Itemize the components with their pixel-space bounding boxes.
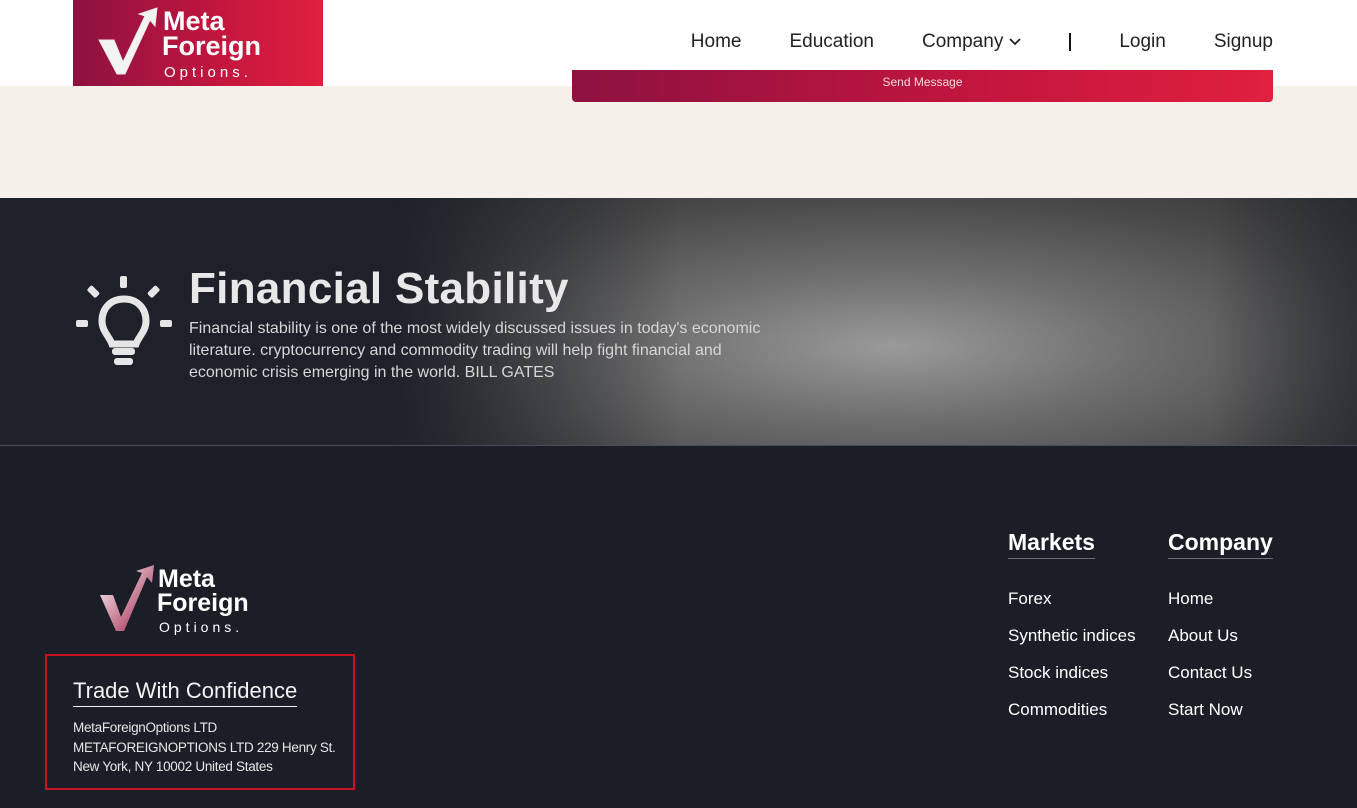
nav-home[interactable]: Home: [691, 31, 742, 53]
footer-link-home[interactable]: Home: [1168, 589, 1273, 626]
markets-heading: Markets: [1008, 529, 1095, 559]
footer-link-about-us[interactable]: About Us: [1168, 626, 1273, 663]
company-heading: Company: [1168, 529, 1273, 559]
header-logo[interactable]: Meta Foreign Options.: [73, 0, 323, 86]
banner-divider: [0, 445, 1357, 446]
chevron-down-icon: [1009, 38, 1021, 46]
footer-link-commodities[interactable]: Commodities: [1008, 700, 1136, 737]
banner-text: Financial stability is one of the most w…: [189, 320, 761, 381]
address-line: New York, NY 10002 United States: [73, 759, 273, 774]
footer-markets-column: Markets Forex Synthetic indices Stock in…: [1008, 529, 1136, 737]
nav-divider: [1069, 33, 1072, 51]
footer-company-column: Company Home About Us Contact Us Start N…: [1168, 529, 1273, 737]
financial-stability-banner: Financial Stability Financial stability …: [0, 198, 1357, 446]
footer-link-forex[interactable]: Forex: [1008, 589, 1136, 626]
nav-signup[interactable]: Signup: [1214, 31, 1273, 53]
company-info-box: Trade With Confidence MetaForeignOptions…: [45, 654, 355, 790]
contact-section: [0, 86, 1357, 198]
nav-login[interactable]: Login: [1119, 31, 1166, 53]
nav-company-label: Company: [922, 31, 1004, 52]
nav-company[interactable]: Company: [922, 31, 1021, 53]
markets-links: Forex Synthetic indices Stock indices Co…: [1008, 589, 1136, 737]
logo-mark: Meta Foreign Options.: [98, 6, 261, 81]
logo-text-options: Options.: [164, 64, 252, 81]
address-line: METAFOREIGNOPTIONS LTD 229 Henry St.: [73, 739, 336, 755]
lightbulb-icon: [76, 276, 172, 365]
company-links: Home About Us Contact Us Start Now: [1168, 589, 1273, 737]
footer-logo[interactable]: Meta Foreign Options.: [98, 565, 288, 645]
footer-logo-text-foreign: Foreign: [157, 589, 249, 617]
footer-link-synthetic-indices[interactable]: Synthetic indices: [1008, 626, 1136, 663]
footer-logo-mark: Meta Foreign Options.: [100, 565, 249, 635]
tagline: Trade With Confidence: [73, 678, 298, 707]
nav-education[interactable]: Education: [789, 31, 874, 53]
banner-title: Financial Stability: [189, 264, 569, 313]
site-footer: Meta Foreign Options. Trade With Confide…: [0, 447, 1357, 808]
logo-text-foreign: Foreign: [162, 31, 261, 61]
address-line: MetaForeignOptions LTD: [73, 720, 217, 735]
footer-logo-text-options: Options.: [159, 619, 243, 635]
footer-link-contact-us[interactable]: Contact Us: [1168, 663, 1273, 700]
footer-link-start-now[interactable]: Start Now: [1168, 700, 1273, 737]
company-address: MetaForeignOptions LTD METAFOREIGNOPTION…: [73, 718, 336, 777]
send-message-button[interactable]: Send Message: [572, 70, 1273, 102]
footer-link-stock-indices[interactable]: Stock indices: [1008, 663, 1136, 700]
